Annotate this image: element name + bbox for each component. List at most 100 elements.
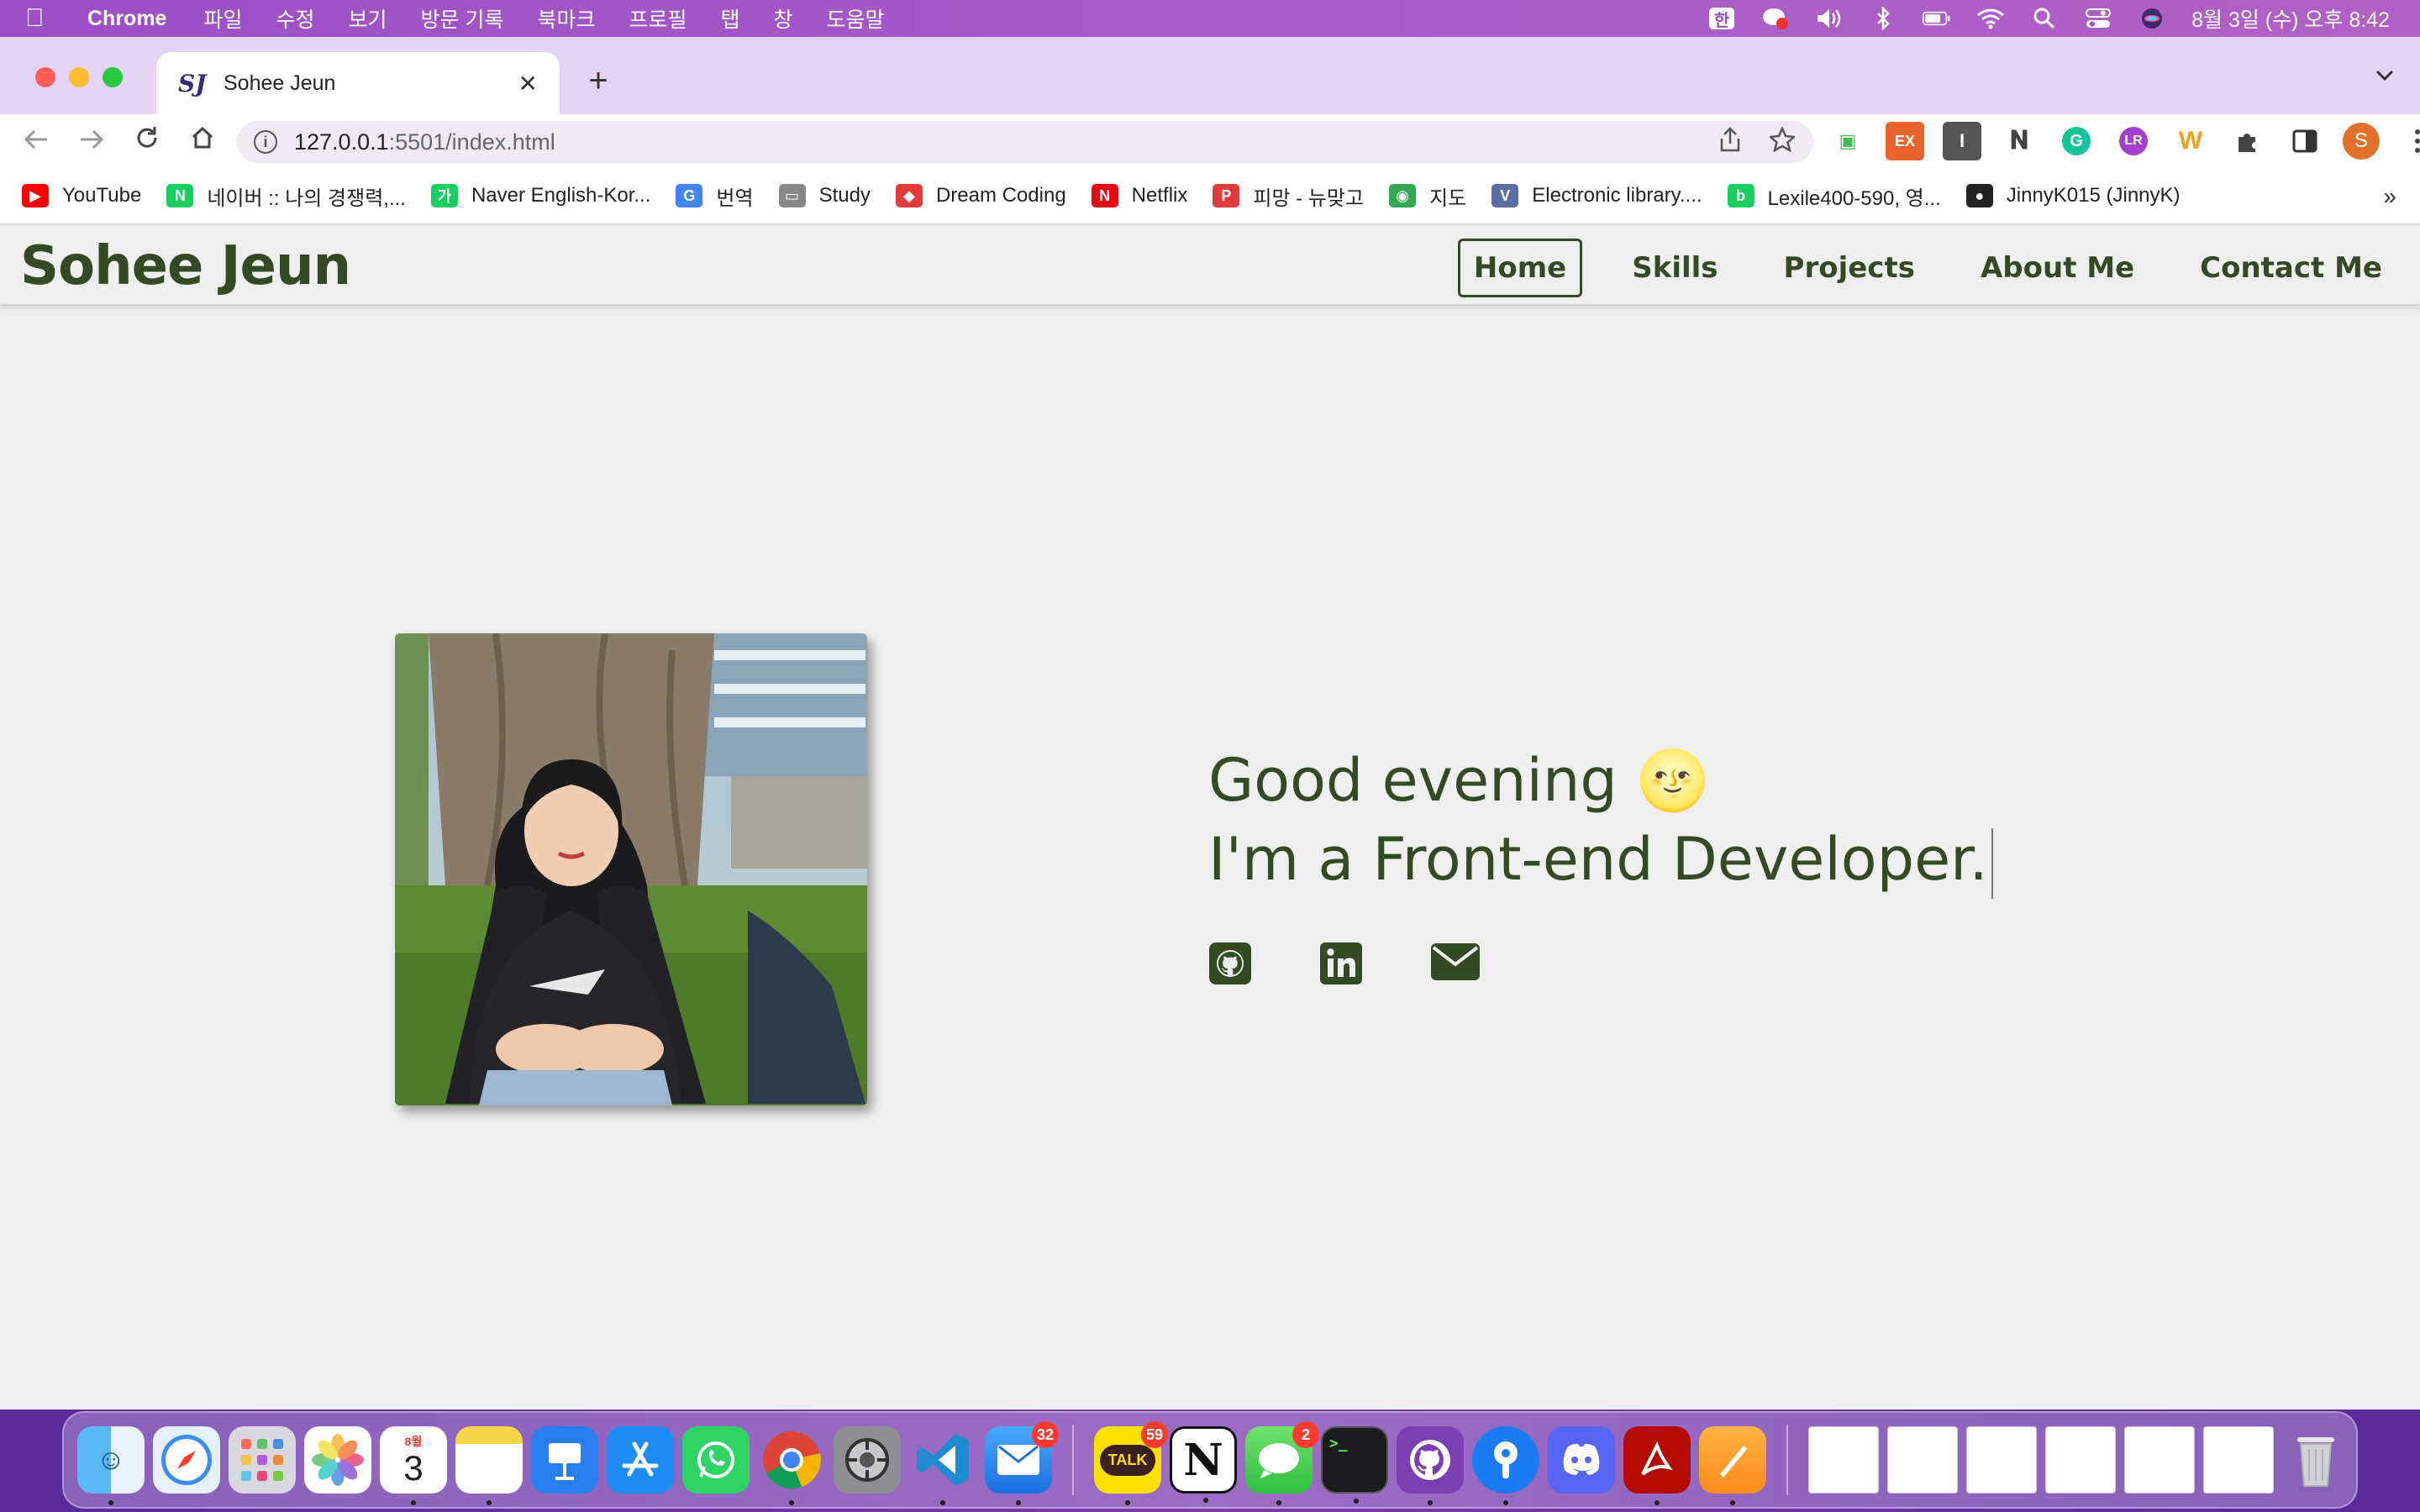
bluetooth-icon[interactable] [1869, 7, 1897, 30]
notion-web-clipper-icon[interactable]: 𝐍 [2000, 122, 2039, 160]
chat-bubble-icon[interactable] [1761, 7, 1790, 30]
menubar-clock[interactable]: 8월 3일 (수) 오후 8:42 [2191, 3, 2390, 34]
side-panel-icon[interactable] [2286, 122, 2324, 160]
siri-icon[interactable] [2138, 7, 2166, 30]
bookmark-item[interactable]: b Lexile400-590, 영... [1727, 181, 1941, 211]
screen-extension-icon[interactable]: ▣ [1828, 122, 1867, 160]
photos-icon[interactable] [304, 1426, 371, 1494]
menu-item-tab[interactable]: 탭 [721, 3, 740, 34]
kakaotalk-icon[interactable]: TALK 59 [1094, 1421, 1168, 1505]
forward-arrow-icon[interactable] [64, 126, 119, 157]
w-extension-icon[interactable]: W [2171, 122, 2210, 160]
mail-icon[interactable]: 32 [985, 1421, 1059, 1505]
finder-icon[interactable]: ☺ [77, 1426, 145, 1505]
bookmarks-overflow-icon[interactable]: » [2383, 183, 2396, 210]
control-center-icon[interactable] [2084, 7, 2112, 30]
chrome-icon[interactable] [758, 1426, 825, 1505]
whatsapp-icon[interactable] [682, 1426, 750, 1494]
menu-item-window[interactable]: 창 [774, 3, 793, 34]
close-window-button[interactable] [35, 67, 55, 87]
bookmark-item[interactable]: 가 Naver English-Kor... [430, 184, 650, 207]
acrobat-icon[interactable] [1623, 1426, 1691, 1505]
menu-app-name[interactable]: Chrome [87, 7, 166, 31]
recent-document-pdf-1[interactable] [1887, 1426, 1958, 1494]
youtube-icon: ▶ [22, 184, 49, 207]
puzzle-extensions-icon[interactable] [2228, 122, 2267, 160]
trash-icon[interactable] [2282, 1426, 2349, 1494]
bookmark-item[interactable]: ◆ Dream Coding [895, 184, 1066, 207]
discord-icon[interactable] [1548, 1426, 1615, 1494]
reload-icon[interactable] [119, 125, 175, 157]
tab-search-chevron-icon[interactable] [2375, 62, 2395, 88]
menu-item-history[interactable]: 방문 기록 [421, 3, 504, 34]
nav-home[interactable]: Home [1457, 239, 1583, 297]
bookmark-item[interactable]: N 네이버 :: 나의 경쟁력,... [166, 181, 406, 211]
menu-item-profile[interactable]: 프로필 [629, 3, 687, 34]
notes-icon[interactable] [455, 1426, 523, 1505]
nav-about-me[interactable]: About Me [1965, 239, 2150, 297]
grammarly-icon[interactable]: G [2057, 122, 2096, 160]
home-icon[interactable] [175, 125, 230, 157]
email-icon[interactable] [1430, 942, 1480, 984]
share-icon[interactable] [1719, 126, 1741, 158]
lr-extension-icon[interactable]: LR [2114, 122, 2153, 160]
recent-document-docx[interactable] [1808, 1426, 1879, 1494]
menu-item-bookmarks[interactable]: 북마크 [537, 3, 595, 34]
bookmark-star-icon[interactable] [1767, 125, 1797, 158]
site-info-icon[interactable]: i [254, 130, 277, 154]
bookmark-item[interactable]: N Netflix [1091, 184, 1187, 207]
wifi-icon[interactable] [1976, 7, 2005, 30]
github-icon[interactable] [1208, 942, 1252, 984]
vscode-icon[interactable] [909, 1426, 976, 1505]
back-arrow-icon[interactable] [8, 126, 64, 157]
address-bar[interactable]: i 127.0.0.1:5501/index.html [237, 121, 1813, 163]
input-method-icon[interactable]: 한 [1707, 7, 1736, 30]
pages-icon[interactable] [1699, 1426, 1766, 1505]
1password-icon[interactable] [1472, 1426, 1539, 1505]
menu-item-file[interactable]: 파일 [203, 3, 242, 34]
messages-icon[interactable]: 2 [1245, 1421, 1319, 1505]
menu-item-edit[interactable]: 수정 [276, 3, 314, 34]
keynote-icon[interactable] [531, 1426, 598, 1494]
recent-document-chrome-2[interactable] [2203, 1426, 2274, 1494]
new-tab-button[interactable]: + [580, 62, 617, 100]
menu-item-view[interactable]: 보기 [349, 3, 387, 34]
nav-skills[interactable]: Skills [1616, 239, 1733, 297]
linkedin-icon[interactable] [1319, 942, 1363, 984]
spotlight-search-icon[interactable] [2030, 7, 2059, 30]
safari-icon[interactable] [153, 1426, 220, 1494]
bookmark-item[interactable]: P 피망 - 뉴맞고 [1213, 181, 1364, 211]
profile-avatar[interactable]: S [2343, 123, 2380, 160]
notion-icon[interactable]: N [1170, 1426, 1237, 1503]
bookmark-item[interactable]: G 번역 [676, 181, 754, 211]
volume-icon[interactable] [1815, 7, 1844, 30]
bookmark-item[interactable]: ▶ YouTube [22, 184, 141, 207]
menu-item-help[interactable]: 도움말 [827, 3, 885, 34]
bookmark-item[interactable]: ● JinnyK015 (JinnyK) [1965, 184, 2181, 207]
site-logo[interactable]: Sohee Jeun [20, 235, 351, 297]
bookmark-item[interactable]: ▭ Study [778, 184, 871, 207]
url-text[interactable]: 127.0.0.1:5501/index.html [294, 129, 555, 155]
instapaper-extension-icon[interactable]: I [1943, 122, 1981, 160]
launchpad-icon[interactable] [229, 1426, 296, 1494]
minimize-window-button[interactable] [69, 67, 89, 87]
calendar-icon[interactable]: 8월 3 [380, 1426, 447, 1505]
bookmark-item[interactable]: ◉ 지도 [1389, 181, 1466, 211]
recent-document-chrome-1[interactable] [2124, 1426, 2195, 1494]
nav-projects[interactable]: Projects [1768, 239, 1931, 297]
chrome-menu-icon[interactable] [2398, 122, 2420, 160]
terminal-icon[interactable]: >_ [1321, 1426, 1388, 1504]
app-store-icon[interactable] [607, 1426, 674, 1494]
active-tab[interactable]: SJ Sohee Jeun ✕ [156, 52, 560, 114]
system-settings-icon[interactable] [834, 1426, 901, 1494]
zoom-window-button[interactable] [103, 67, 123, 87]
apple-menu-icon[interactable]:  [25, 4, 69, 33]
close-tab-icon[interactable]: ✕ [518, 70, 538, 97]
github-desktop-icon[interactable] [1397, 1426, 1464, 1505]
recent-document-sheet[interactable] [2045, 1426, 2116, 1494]
recent-document-pages[interactable] [1966, 1426, 2037, 1494]
ex-extension-icon[interactable]: EX [1886, 122, 1924, 160]
bookmark-item[interactable]: V Electronic library.... [1491, 184, 1702, 207]
battery-icon[interactable] [1923, 7, 1951, 30]
nav-contact-me[interactable]: Contact Me [2184, 239, 2398, 297]
